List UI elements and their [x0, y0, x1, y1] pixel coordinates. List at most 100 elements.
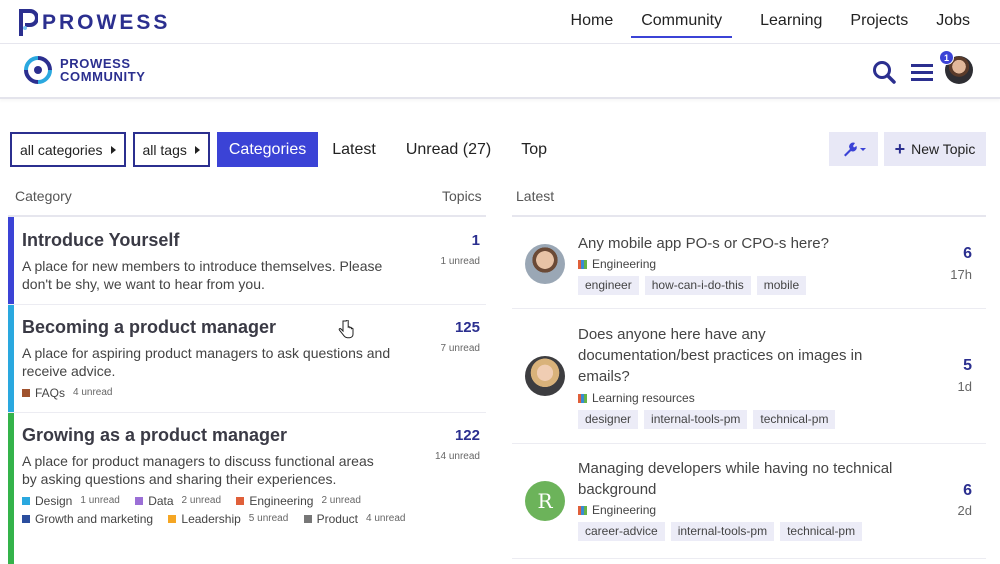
topic-reply-count: 6 — [963, 482, 972, 499]
prowess-p-icon — [19, 9, 38, 36]
category-color-swatch — [578, 259, 587, 269]
subcategory-unread: 1 unread — [80, 495, 120, 506]
caret-right-icon — [194, 145, 200, 154]
category-row-introduce-yourself[interactable]: Introduce Yourself A place for new membe… — [8, 217, 486, 305]
subcategory-unread: 2 unread — [181, 495, 222, 506]
topic-category[interactable]: Engineering — [578, 503, 656, 517]
category-row-growing-pm[interactable]: Growing as a product manager A place for… — [8, 413, 486, 564]
topic-age[interactable]: 1d — [958, 379, 972, 394]
subcategory-leadership[interactable]: Leadership 5 unread — [168, 510, 288, 528]
nav-community[interactable]: Community — [631, 12, 733, 38]
category-unread-count[interactable]: 14 unread — [435, 451, 480, 462]
notification-badge: 1 — [939, 50, 954, 65]
plus-icon: + — [894, 138, 906, 159]
topic-tags: engineer how-can-i-do-this mobile — [578, 276, 812, 295]
category-unread-count[interactable]: 1 unread — [441, 256, 480, 267]
category-title[interactable]: Becoming a product manager — [22, 317, 276, 338]
new-topic-button[interactable]: + New Topic — [884, 132, 986, 166]
topic-tag[interactable]: how-can-i-do-this — [644, 276, 751, 295]
subcategory-name: FAQs — [35, 386, 66, 400]
nav-learning[interactable]: Learning — [760, 12, 822, 38]
community-logo[interactable]: PROWESS COMMUNITY — [22, 54, 146, 86]
topic-tag[interactable]: career-advice — [578, 522, 665, 541]
subcategory-growth-and-marketing[interactable]: Growth and marketing — [22, 510, 153, 528]
category-title[interactable]: Growing as a product manager — [22, 425, 287, 446]
topic-tag[interactable]: technical-pm — [753, 410, 836, 429]
topic-category-name: Learning resources — [592, 391, 695, 405]
topic-title[interactable]: Does anyone here have any documentation/… — [578, 324, 898, 387]
column-header-topics: Topics — [442, 188, 482, 204]
category-topic-count: 1 — [471, 232, 480, 249]
tab-latest[interactable]: Latest — [320, 132, 388, 167]
tags-dropdown[interactable]: all tags — [132, 132, 210, 167]
subcategory-design[interactable]: Design 1 unread — [22, 492, 120, 510]
nav-home[interactable]: Home — [571, 12, 614, 38]
filter-bar: all categories all tags Categories Lates… — [10, 132, 561, 167]
column-header-category: Category — [15, 188, 72, 204]
topic-tag[interactable]: internal-tools-pm — [644, 410, 748, 429]
topic-category-name: Engineering — [592, 503, 657, 517]
subcategory-name: Engineering — [249, 494, 314, 508]
topic-tag[interactable]: engineer — [578, 276, 639, 295]
topic-row[interactable]: R Managing developers while having no te… — [512, 444, 986, 559]
category-topic-count: 122 — [454, 427, 480, 444]
topic-tag[interactable]: technical-pm — [780, 522, 863, 541]
wrench-icon — [843, 142, 866, 157]
category-unread-count[interactable]: 7 unread — [441, 343, 480, 354]
topic-reply-count: 5 — [963, 357, 972, 374]
community-logo-line2: COMMUNITY — [60, 69, 146, 84]
prowess-logo[interactable]: PROWESS — [18, 8, 170, 38]
user-avatar-button[interactable]: 1 — [939, 50, 973, 84]
subcategory-name: Data — [148, 494, 174, 508]
topic-tag[interactable]: internal-tools-pm — [670, 522, 775, 541]
topic-author-avatar[interactable] — [525, 244, 565, 284]
subcategory-color-swatch — [22, 497, 30, 505]
subcategory-list: FAQs 4 unread — [22, 384, 422, 402]
category-color-bar — [8, 413, 14, 564]
subcategory-unread: 5 unread — [248, 513, 289, 524]
tab-unread[interactable]: Unread (27) — [394, 132, 503, 167]
topic-row[interactable]: Does anyone here have any documentation/… — [512, 309, 986, 444]
subcategory-list: Design 1 unread Data 2 unread Engineerin… — [22, 492, 422, 528]
topic-tags: designer internal-tools-pm technical-pm — [578, 410, 841, 429]
categories-dropdown-label: all categories — [20, 141, 103, 158]
brand-name: PROWESS — [42, 11, 171, 34]
topic-author-avatar[interactable] — [525, 356, 565, 396]
subcategory-data[interactable]: Data 2 unread — [135, 492, 221, 510]
nav-projects[interactable]: Projects — [850, 12, 908, 38]
topic-category[interactable]: Learning resources — [578, 391, 695, 405]
topic-age[interactable]: 17h — [950, 267, 972, 282]
subcategory-product[interactable]: Product 4 unread — [303, 510, 406, 528]
subcategory-color-swatch — [22, 515, 30, 523]
new-topic-label: New Topic — [911, 141, 976, 157]
subcategory-name: Design — [35, 494, 73, 508]
subcategory-unread: 2 unread — [321, 495, 361, 506]
topic-title[interactable]: Managing developers while having no tech… — [578, 458, 898, 500]
topic-category[interactable]: Engineering — [578, 257, 656, 271]
topic-title[interactable]: Any mobile app PO-s or CPO-s here? — [578, 233, 898, 254]
topic-author-avatar[interactable]: R — [525, 481, 565, 521]
nav-jobs[interactable]: Jobs — [936, 12, 970, 38]
topic-tag[interactable]: designer — [578, 410, 639, 429]
category-title[interactable]: Introduce Yourself — [22, 230, 179, 251]
subcategory-color-swatch — [168, 515, 177, 523]
tags-dropdown-label: all tags — [142, 141, 187, 158]
category-color-bar — [8, 217, 14, 304]
subcategory-faqs[interactable]: FAQs 4 unread — [22, 384, 113, 402]
subcategory-engineering[interactable]: Engineering 2 unread — [236, 492, 361, 510]
subcategory-color-swatch — [22, 389, 30, 397]
tab-categories[interactable]: Categories — [216, 132, 319, 167]
search-icon[interactable] — [871, 59, 897, 85]
topic-tag[interactable]: mobile — [756, 276, 807, 295]
hamburger-menu-icon[interactable] — [909, 59, 935, 85]
subcategory-unread: 4 unread — [365, 513, 406, 524]
topic-row[interactable]: Any mobile app PO-s or CPO-s here? Engin… — [512, 217, 986, 309]
admin-tools-button[interactable] — [829, 132, 878, 166]
topic-age[interactable]: 2d — [958, 503, 972, 518]
topic-category-name: Engineering — [592, 257, 657, 271]
tab-top[interactable]: Top — [509, 132, 559, 167]
categories-dropdown[interactable]: all categories — [10, 132, 126, 167]
community-header: PROWESS COMMUNITY 1 — [0, 45, 1000, 99]
category-row-becoming-pm[interactable]: Becoming a product manager A place for a… — [8, 305, 486, 413]
topic-tags: career-advice internal-tools-pm technica… — [578, 522, 868, 541]
